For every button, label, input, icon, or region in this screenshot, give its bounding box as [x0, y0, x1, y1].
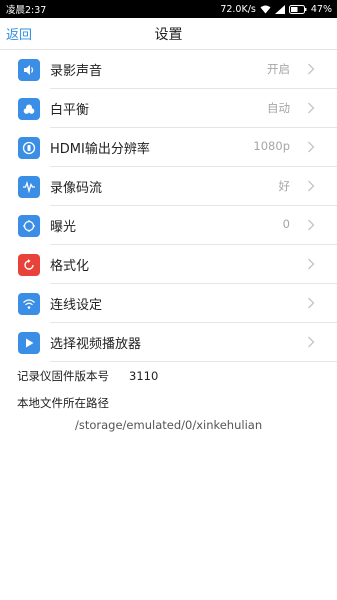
setting-value: 好 — [278, 179, 291, 193]
setting-recording-bitrate[interactable]: 录像码流 好 — [0, 167, 337, 206]
navigation-bar: 返回 设置 — [0, 18, 337, 50]
file-path-label: 本地文件所在路径 — [17, 396, 109, 410]
setting-exposure[interactable]: 曝光 0 — [0, 206, 337, 245]
waveform-icon — [18, 176, 40, 198]
setting-white-balance[interactable]: 白平衡 自动 — [0, 89, 337, 128]
chevron-right-icon — [308, 141, 315, 153]
chevron-right-icon — [308, 336, 315, 348]
play-icon — [18, 332, 40, 354]
wifi-icon — [18, 293, 40, 315]
setting-label: 选择视频播放器 — [50, 337, 142, 352]
setting-value: 0 — [282, 217, 290, 231]
chevron-right-icon — [308, 219, 315, 231]
refresh-icon — [18, 254, 40, 276]
setting-label: 格式化 — [50, 259, 90, 274]
row-divider — [50, 361, 337, 362]
hdmi-icon — [18, 137, 40, 159]
chevron-right-icon — [308, 180, 315, 192]
battery-level: 47% — [310, 3, 332, 15]
setting-recording-sound[interactable]: 录影声音 开启 — [0, 50, 337, 89]
setting-value: 开启 — [267, 62, 290, 76]
chevron-right-icon — [308, 258, 315, 270]
setting-label: 白平衡 — [50, 103, 90, 118]
setting-hdmi-resolution[interactable]: HDMI输出分辨率 1080p — [0, 128, 337, 167]
setting-label: 录影声音 — [50, 64, 103, 79]
setting-connection[interactable]: 连线设定 — [0, 284, 337, 323]
status-right: 72.0K/s 47% — [220, 4, 332, 15]
setting-label: 连线设定 — [50, 298, 103, 313]
chevron-right-icon — [308, 63, 315, 75]
battery-icon — [288, 4, 307, 14]
firmware-label: 记录仪固件版本号 — [17, 369, 109, 383]
chevron-right-icon — [308, 297, 315, 309]
signal-icon — [274, 4, 285, 14]
setting-label: 曝光 — [50, 220, 77, 235]
network-speed: 72.0K/s — [220, 3, 256, 15]
setting-format[interactable]: 格式化 — [0, 245, 337, 284]
setting-video-player[interactable]: 选择视频播放器 — [0, 323, 337, 362]
status-bar: 凌晨2:37 72.0K/s 47% — [0, 0, 337, 18]
speaker-icon — [18, 59, 40, 81]
setting-label: 录像码流 — [50, 181, 103, 196]
chevron-right-icon — [308, 102, 315, 114]
cloud-icon — [18, 98, 40, 120]
page-title: 设置 — [154, 27, 183, 43]
settings-list: 录影声音 开启 白平衡 自动 HDMI输出分辨率 1080p 录像码流 好 曝光… — [0, 50, 337, 362]
setting-label: HDMI输出分辨率 — [50, 142, 150, 157]
firmware-value: 3110 — [129, 369, 159, 383]
file-path-value: /storage/emulated/0/xinkehulian — [75, 418, 263, 432]
wifi-status-icon — [260, 5, 271, 14]
setting-value: 自动 — [267, 101, 290, 115]
status-time: 凌晨2:37 — [6, 5, 47, 16]
exposure-icon — [18, 215, 40, 237]
firmware-version: 记录仪固件版本号 3110 — [17, 368, 158, 384]
setting-value: 1080p — [253, 139, 290, 153]
